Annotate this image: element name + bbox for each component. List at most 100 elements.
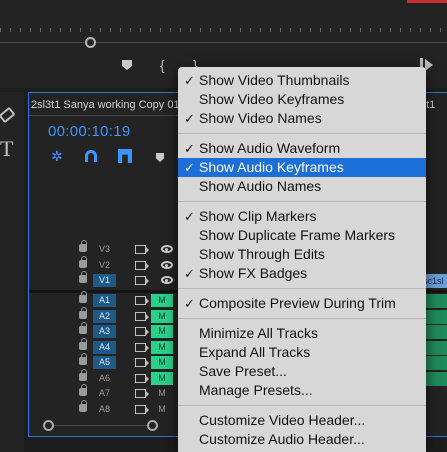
- menu-item-label: Show Through Edits: [199, 246, 325, 262]
- track-target-toggle[interactable]: A8: [93, 403, 116, 416]
- zoom-handle-left[interactable]: [43, 420, 54, 431]
- sequence-tab[interactable]: 2sl3t1 Sanya working Copy 01: [31, 99, 180, 111]
- sync-lock-icon[interactable]: [135, 245, 149, 254]
- sync-lock-icon[interactable]: [135, 296, 149, 305]
- sync-lock-icon[interactable]: [135, 342, 149, 352]
- menu-item-composite-preview-during-trim[interactable]: ✓ Composite Preview During Trim: [178, 294, 426, 313]
- sync-lock-icon[interactable]: [135, 389, 149, 398]
- menu-item-label: Show Audio Waveform: [199, 140, 341, 156]
- lock-icon[interactable]: [79, 399, 87, 412]
- render-bar: [407, 0, 447, 3]
- playhead-timecode[interactable]: 00:00:10:19: [48, 123, 131, 140]
- track-target-toggle[interactable]: A5: [93, 356, 116, 369]
- tools-panel: T: [0, 92, 24, 452]
- menu-item-show-clip-markers[interactable]: ✓ Show Clip Markers: [178, 207, 426, 226]
- menu-item-label: Show Clip Markers: [199, 208, 317, 224]
- zoom-handle-right[interactable]: [147, 420, 158, 431]
- sync-lock-icon[interactable]: [135, 327, 149, 336]
- menu-item-label: Show Audio Keyframes: [199, 159, 344, 175]
- menu-separator: [178, 201, 426, 202]
- mute-track-button[interactable]: M: [151, 325, 173, 338]
- menu-item-show-audio-waveform[interactable]: ✓ Show Audio Waveform: [178, 139, 426, 158]
- menu-separator: [178, 288, 426, 289]
- menu-item-expand-all-tracks[interactable]: Expand All Tracks: [178, 343, 426, 362]
- checkmark-icon: ✓: [184, 266, 195, 281]
- mute-track-button[interactable]: M: [151, 340, 173, 354]
- lock-icon[interactable]: [79, 291, 87, 303]
- sync-lock-icon[interactable]: [135, 404, 149, 414]
- nest-icon[interactable]: ✲: [51, 149, 63, 163]
- checkmark-icon: ✓: [184, 209, 195, 224]
- track-target-toggle[interactable]: A6: [93, 372, 116, 385]
- mute-track-button[interactable]: M: [151, 294, 173, 307]
- eye-icon[interactable]: [161, 260, 173, 269]
- lock-icon[interactable]: [79, 337, 87, 350]
- menu-item-label: Customize Video Header...: [199, 412, 366, 428]
- timeline-zoom-scrollbar[interactable]: [43, 425, 153, 426]
- track-target-toggle[interactable]: A7: [93, 387, 116, 400]
- snap-magnet-icon[interactable]: [85, 150, 97, 162]
- sync-lock-icon[interactable]: [135, 358, 149, 367]
- monitor-zoom-scrollbar[interactable]: [0, 42, 447, 43]
- tab-underline: [29, 115, 179, 116]
- menu-separator: [178, 133, 426, 134]
- type-tool-icon[interactable]: T: [0, 136, 13, 162]
- lock-icon[interactable]: [79, 306, 87, 319]
- menu-item-label: Show Video Keyframes: [199, 91, 345, 107]
- eye-icon[interactable]: [161, 276, 173, 284]
- menu-item-show-fx-badges[interactable]: ✓ Show FX Badges: [178, 264, 426, 283]
- track-target-toggle[interactable]: A4: [93, 340, 116, 354]
- lock-icon[interactable]: [79, 240, 87, 252]
- menu-item-show-video-keyframes[interactable]: Show Video Keyframes: [178, 90, 426, 109]
- track-target-toggle[interactable]: V3: [93, 243, 116, 256]
- sync-lock-icon[interactable]: [135, 276, 149, 285]
- monitor-zoom-handle[interactable]: [85, 37, 96, 48]
- menu-item-label: Save Preset...: [199, 363, 287, 379]
- razor-tool-icon[interactable]: [0, 106, 16, 124]
- eye-icon[interactable]: [161, 245, 173, 253]
- lock-icon[interactable]: [79, 384, 87, 396]
- mute-track-button[interactable]: M: [151, 356, 173, 369]
- menu-item-show-duplicate-frame-markers[interactable]: Show Duplicate Frame Markers: [178, 226, 426, 245]
- menu-item-save-preset[interactable]: Save Preset...: [178, 362, 426, 381]
- menu-item-show-audio-keyframes[interactable]: ✓ Show Audio Keyframes: [178, 158, 426, 177]
- sync-lock-icon[interactable]: [135, 260, 149, 270]
- menu-item-show-video-thumbnails[interactable]: ✓ Show Video Thumbnails: [178, 71, 426, 90]
- track-target-toggle[interactable]: A3: [93, 325, 116, 338]
- sync-lock-icon[interactable]: [135, 373, 149, 383]
- lock-icon[interactable]: [79, 255, 87, 268]
- sync-lock-icon[interactable]: [135, 311, 149, 321]
- menu-item-show-video-names[interactable]: ✓ Show Video Names: [178, 109, 426, 128]
- mute-track-button[interactable]: M: [151, 371, 173, 385]
- lock-icon[interactable]: [79, 353, 87, 365]
- monitor-time-ruler[interactable]: [0, 28, 447, 40]
- track-target-toggle[interactable]: A2: [93, 309, 116, 323]
- menu-item-label: Expand All Tracks: [199, 344, 311, 360]
- checkmark-icon: ✓: [184, 111, 195, 126]
- checkmark-icon: ✓: [184, 160, 195, 175]
- lock-icon[interactable]: [79, 368, 87, 381]
- add-marker-icon[interactable]: [156, 153, 164, 162]
- add-marker-icon[interactable]: [122, 60, 132, 70]
- menu-item-manage-presets[interactable]: Manage Presets...: [178, 381, 426, 400]
- track-target-toggle[interactable]: V1: [93, 274, 116, 287]
- mark-in-icon[interactable]: {: [160, 57, 165, 73]
- lock-icon[interactable]: [79, 271, 87, 283]
- menu-item-label: Show Video Thumbnails: [199, 72, 350, 88]
- menu-item-customize-audio-header[interactable]: Customize Audio Header...: [178, 430, 426, 449]
- mute-track-button[interactable]: M: [151, 387, 173, 400]
- mute-track-button[interactable]: M: [151, 309, 173, 323]
- lock-icon[interactable]: [79, 322, 87, 334]
- menu-item-label: Show Audio Names: [199, 178, 322, 194]
- menu-item-minimize-all-tracks[interactable]: Minimize All Tracks: [178, 324, 426, 343]
- mute-track-button[interactable]: M: [151, 403, 173, 416]
- menu-separator: [178, 318, 426, 319]
- menu-item-show-through-edits[interactable]: Show Through Edits: [178, 245, 426, 264]
- linked-selection-icon[interactable]: [118, 149, 132, 163]
- menu-item-show-audio-names[interactable]: Show Audio Names: [178, 177, 426, 196]
- menu-item-customize-video-header[interactable]: Customize Video Header...: [178, 411, 426, 430]
- timeline-display-settings-menu: ✓ Show Video Thumbnails Show Video Keyfram…: [178, 67, 426, 452]
- track-target-toggle[interactable]: A1: [93, 294, 116, 307]
- checkmark-icon: ✓: [184, 141, 195, 156]
- track-target-toggle[interactable]: V2: [93, 259, 116, 272]
